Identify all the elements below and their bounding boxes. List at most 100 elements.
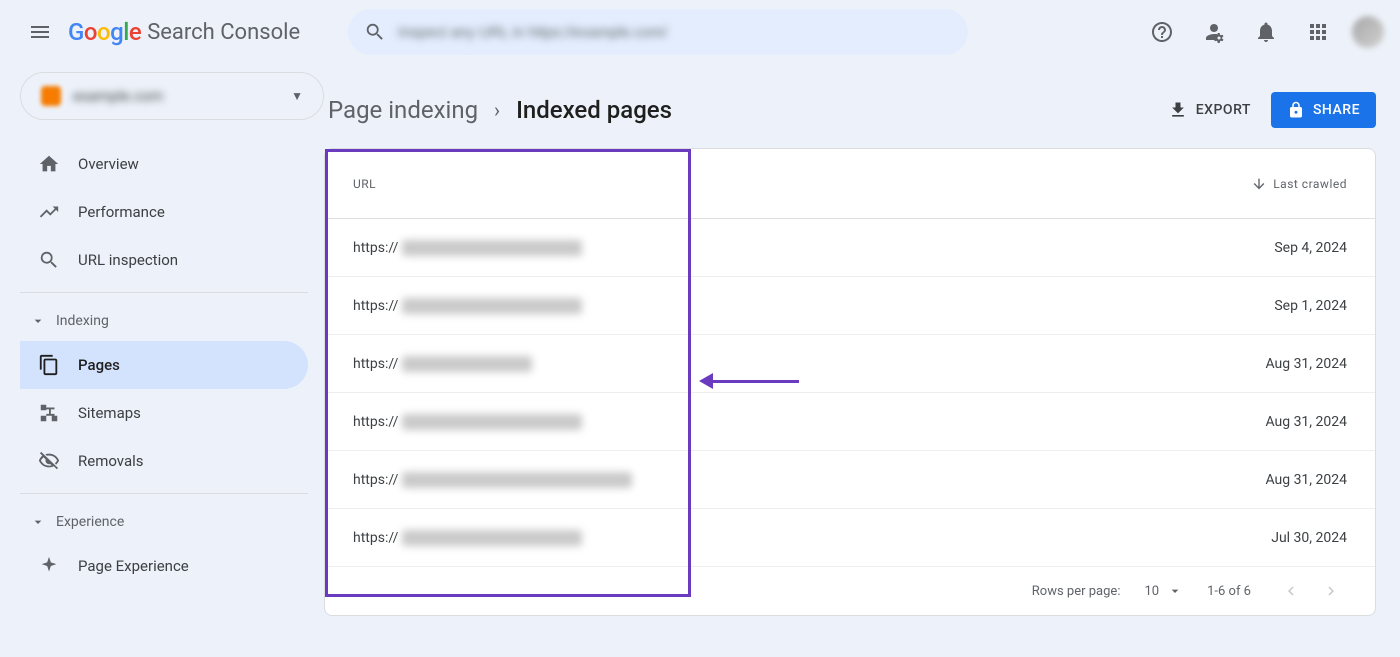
sidebar-item-label: Pages [78, 356, 120, 374]
url-prefix: https:// [353, 240, 398, 256]
table-row[interactable]: https:// Aug 31, 2024 [325, 393, 1375, 451]
chevron-down-icon [1167, 583, 1183, 599]
breadcrumb-row: Page indexing › Indexed pages EXPORT SHA… [324, 64, 1376, 148]
row-date: Jul 30, 2024 [1271, 530, 1347, 546]
row-url: https:// [353, 356, 1265, 372]
table-row[interactable]: https:// Aug 31, 2024 [325, 335, 1375, 393]
url-prefix: https:// [353, 356, 398, 372]
share-button[interactable]: SHARE [1271, 92, 1376, 128]
search-icon [38, 249, 60, 271]
table-header: URL Last crawled [325, 149, 1375, 219]
search-input[interactable] [398, 24, 952, 41]
table-row[interactable]: https:// Jul 30, 2024 [325, 509, 1375, 567]
search-icon [364, 21, 386, 43]
rows-per-page-value: 10 [1144, 584, 1159, 599]
bell-icon [1254, 20, 1278, 44]
menu-button[interactable] [16, 8, 64, 56]
help-icon [1150, 20, 1174, 44]
url-redacted [402, 472, 632, 488]
sidebar-item-sitemaps[interactable]: Sitemaps [20, 389, 308, 437]
url-redacted [402, 240, 582, 256]
sidebar-item-url-inspection[interactable]: URL inspection [20, 236, 308, 284]
notifications-button[interactable] [1244, 10, 1288, 54]
nav-group-label: Indexing [56, 313, 109, 329]
indexed-pages-table: URL Last crawled https:// Sep 4, 2024 ht… [324, 148, 1376, 616]
sidebar-item-page-experience[interactable]: Page Experience [20, 542, 308, 590]
users-button[interactable] [1192, 10, 1236, 54]
sidebar-item-label: Removals [78, 452, 144, 470]
rows-per-page-label: Rows per page: [1032, 584, 1121, 599]
url-redacted [402, 414, 582, 430]
table-footer: Rows per page: 10 1-6 of 6 [325, 567, 1375, 615]
lock-icon [1287, 101, 1305, 119]
column-header-label: Last crawled [1273, 177, 1347, 191]
rows-per-page-selector[interactable]: 10 [1144, 583, 1183, 599]
sidebar-item-pages[interactable]: Pages [20, 341, 308, 389]
column-header-url[interactable]: URL [353, 177, 1251, 191]
search-bar[interactable] [348, 9, 968, 55]
export-label: EXPORT [1196, 102, 1251, 118]
divider [20, 292, 308, 293]
chevron-down-icon [30, 313, 46, 329]
url-prefix: https:// [353, 298, 398, 314]
nav-group-experience[interactable]: Experience [20, 502, 324, 542]
breadcrumb-parent[interactable]: Page indexing [328, 96, 478, 124]
table-row[interactable]: https:// Sep 1, 2024 [325, 277, 1375, 335]
hamburger-icon [28, 20, 52, 44]
apps-button[interactable] [1296, 10, 1340, 54]
sparkle-icon [38, 555, 60, 577]
google-logo: Google [68, 18, 141, 46]
download-icon [1168, 100, 1188, 120]
chevron-right-icon [1322, 582, 1340, 600]
sidebar-item-overview[interactable]: Overview [20, 140, 308, 188]
sitemap-icon [38, 402, 60, 424]
url-redacted [402, 298, 582, 314]
chevron-left-icon [1282, 582, 1300, 600]
row-url: https:// [353, 240, 1274, 256]
avatar[interactable] [1352, 16, 1384, 48]
help-button[interactable] [1140, 10, 1184, 54]
url-prefix: https:// [353, 530, 398, 546]
pagination-range: 1-6 of 6 [1207, 584, 1251, 599]
row-date: Aug 31, 2024 [1265, 472, 1347, 488]
row-date: Sep 4, 2024 [1274, 240, 1347, 256]
export-button[interactable]: EXPORT [1168, 100, 1251, 120]
property-favicon [41, 86, 61, 106]
next-page-button [1315, 575, 1347, 607]
chevron-down-icon [30, 514, 46, 530]
trending-icon [38, 201, 60, 223]
url-prefix: https:// [353, 414, 398, 430]
apps-grid-icon [1306, 20, 1330, 44]
row-url: https:// [353, 530, 1271, 546]
table-row[interactable]: https:// Sep 4, 2024 [325, 219, 1375, 277]
row-date: Sep 1, 2024 [1274, 298, 1347, 314]
sidebar-item-label: Sitemaps [78, 404, 141, 422]
sidebar: example.com ▼ Overview Performance URL i… [0, 64, 324, 657]
header-actions [1140, 10, 1384, 54]
property-label: example.com [73, 87, 291, 105]
url-redacted [402, 356, 532, 372]
sidebar-item-label: Overview [78, 155, 139, 173]
divider [20, 493, 308, 494]
url-prefix: https:// [353, 472, 398, 488]
home-icon [38, 153, 60, 175]
visibility-off-icon [38, 450, 60, 472]
arrow-down-icon [1251, 176, 1267, 192]
sidebar-item-performance[interactable]: Performance [20, 188, 308, 236]
column-header-last-crawled[interactable]: Last crawled [1251, 176, 1347, 192]
logo[interactable]: Google Search Console [68, 18, 300, 46]
sidebar-item-label: Performance [78, 203, 165, 221]
table-row[interactable]: https:// Aug 31, 2024 [325, 451, 1375, 509]
user-settings-icon [1202, 20, 1226, 44]
row-url: https:// [353, 298, 1274, 314]
annotation-arrow [699, 373, 799, 389]
url-redacted [402, 530, 582, 546]
chevron-right-icon: › [494, 98, 500, 122]
row-date: Aug 31, 2024 [1265, 356, 1347, 372]
sidebar-item-removals[interactable]: Removals [20, 437, 308, 485]
property-selector[interactable]: example.com ▼ [20, 72, 324, 120]
nav-group-indexing[interactable]: Indexing [20, 301, 324, 341]
prev-page-button [1275, 575, 1307, 607]
main-content: Page indexing › Indexed pages EXPORT SHA… [324, 64, 1400, 657]
page-title: Indexed pages [516, 96, 672, 124]
